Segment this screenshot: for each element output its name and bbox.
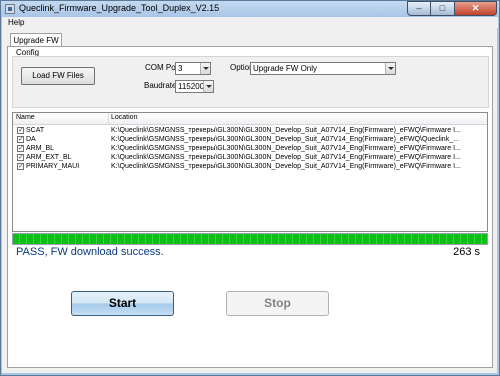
close-button[interactable]: ✕ [455,1,497,16]
row-checkbox[interactable]: ✓ [17,127,24,134]
app-icon [5,4,15,14]
row-checkbox[interactable]: ✓ [17,154,24,161]
firmware-file-list[interactable]: Name Location ✓ SCAT K:\Queclink\GSMGNSS… [12,112,488,232]
stop-button[interactable]: Stop [226,291,329,316]
list-item[interactable]: ✓ SCAT K:\Queclink\GSMGNSS_трекеры\GL300… [13,126,487,135]
window-controls: – □ ✕ [407,1,497,16]
elapsed-time: 263 s [453,246,480,258]
com-port-value: 3 [178,64,183,73]
row-checkbox[interactable]: ✓ [17,136,24,143]
list-item[interactable]: ✓ ARM_EXT_BL K:\Queclink\GSMGNSS_трекеры… [13,153,487,162]
file-location: K:\Queclink\GSMGNSS_трекеры\GL300N\GL300… [111,154,461,161]
file-name: SCAT [26,127,45,134]
menu-help[interactable]: Help [8,18,24,27]
app-window: Queclink_Firmware_Upgrade_Tool_Duplex_V2… [0,0,500,376]
config-group: Load FW Files COM Port: 3 Option: Upgrad… [12,56,489,108]
column-header-name[interactable]: Name [16,114,35,121]
column-header-location[interactable]: Location [111,114,137,121]
maximize-button[interactable]: □ [431,1,455,16]
file-name: PRIMARY_MAUI [26,163,80,170]
baudrate-label: Baudrate: [144,81,179,90]
start-button[interactable]: Start [71,291,174,316]
tab-panel: Config Load FW Files COM Port: 3 Option:… [7,46,493,368]
list-item[interactable]: ✓ PRIMARY_MAUI K:\Queclink\GSMGNSS_треке… [13,162,487,171]
option-value: Upgrade FW Only [253,64,318,73]
file-name: ARM_BL [26,145,55,152]
column-divider[interactable] [108,113,109,124]
window-title: Queclink_Firmware_Upgrade_Tool_Duplex_V2… [19,3,220,13]
download-progress-bar [12,233,488,245]
chevron-down-icon [203,81,213,92]
status-message: PASS, FW download success. [16,246,164,258]
list-item[interactable]: ✓ ARM_BL K:\Queclink\GSMGNSS_трекеры\GL3… [13,144,487,153]
progress-fill [13,234,487,244]
file-location: K:\Queclink\GSMGNSS_трекеры\GL300N\GL300… [111,136,459,143]
row-checkbox[interactable]: ✓ [17,163,24,170]
load-fw-files-button[interactable]: Load FW Files [21,67,95,85]
chevron-down-icon [385,63,395,74]
baudrate-value: 115200 [178,82,205,91]
chevron-down-icon [200,63,210,74]
minimize-button[interactable]: – [407,1,431,16]
row-checkbox[interactable]: ✓ [17,145,24,152]
menu-bar: Help [2,17,498,28]
title-bar: Queclink_Firmware_Upgrade_Tool_Duplex_V2… [1,1,499,17]
list-header: Name Location [13,113,487,125]
client-area: Upgrade FW Config Load FW Files COM Port… [2,28,497,373]
com-port-select[interactable]: 3 [175,62,211,75]
file-location: K:\Queclink\GSMGNSS_трекеры\GL300N\GL300… [111,127,461,134]
file-location: K:\Queclink\GSMGNSS_трекеры\GL300N\GL300… [111,145,461,152]
file-name: DA [26,136,36,143]
file-name: ARM_EXT_BL [26,154,72,161]
list-item[interactable]: ✓ DA K:\Queclink\GSMGNSS_трекеры\GL300N\… [13,135,487,144]
file-location: K:\Queclink\GSMGNSS_трекеры\GL300N\GL300… [111,163,461,170]
baudrate-select[interactable]: 115200 [175,80,214,93]
tab-upgrade-fw[interactable]: Upgrade FW [10,33,62,47]
option-select[interactable]: Upgrade FW Only [250,62,396,75]
